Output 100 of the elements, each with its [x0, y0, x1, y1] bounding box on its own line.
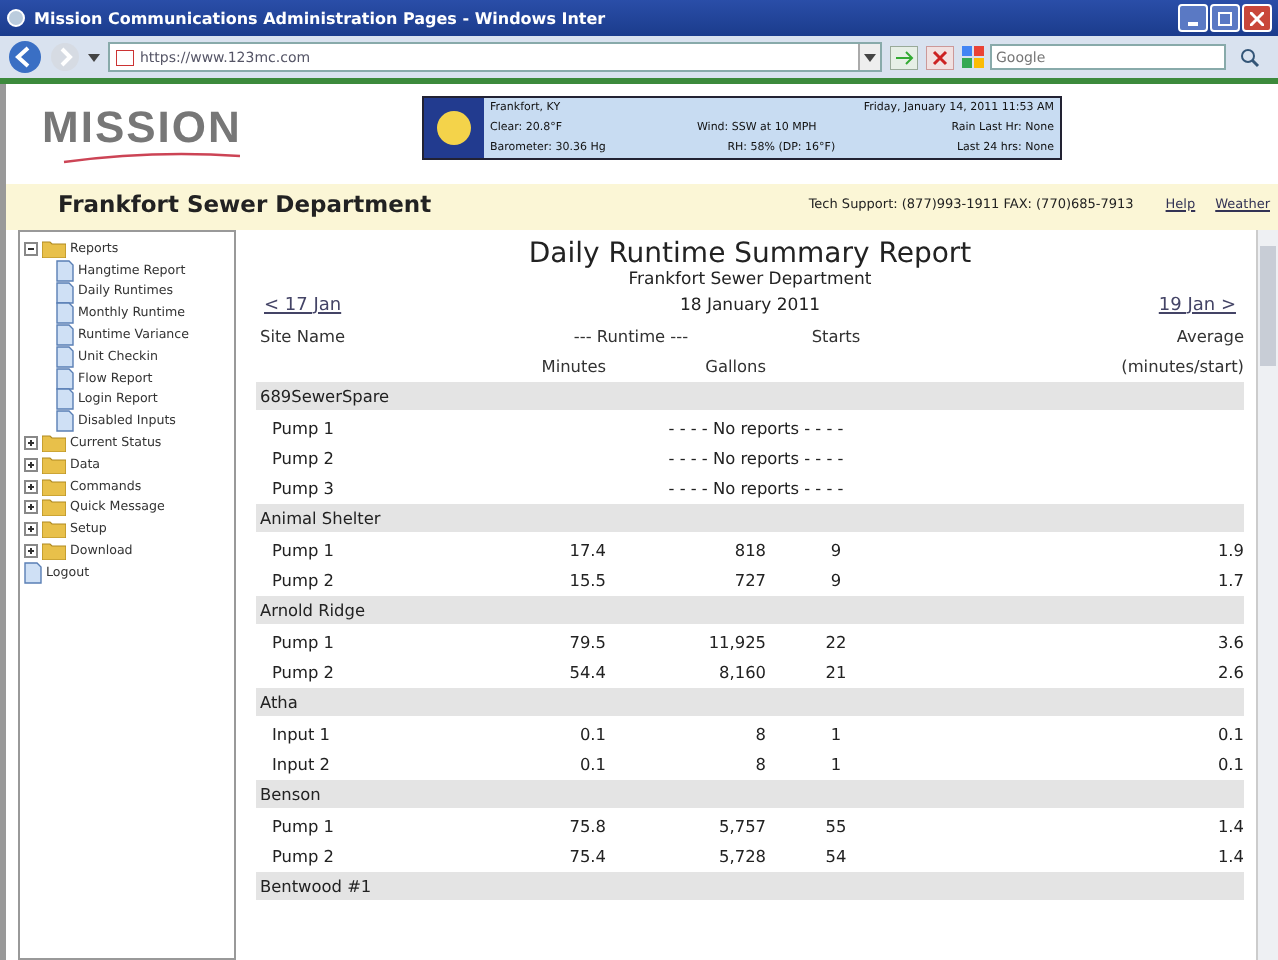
table-cell-text: Pump 1 [270, 631, 336, 651]
table-cell-text: Pump 1 [270, 417, 336, 437]
dropdown-icon[interactable] [88, 53, 100, 61]
expand-icon[interactable] [24, 544, 38, 559]
folder-icon [42, 477, 66, 496]
expand-icon[interactable] [24, 500, 38, 515]
sun-icon [436, 110, 472, 146]
swoosh-icon [62, 152, 242, 164]
table-cell-text: 54.4 [567, 661, 606, 681]
close-button[interactable] [1242, 4, 1272, 32]
site-row: Atha [256, 688, 1244, 716]
table-cell-text: 1.7 [1215, 569, 1244, 589]
site-row: Arnold Ridge [256, 596, 1244, 624]
column-header: Starts [809, 325, 863, 345]
table-cell-text: 8 [753, 753, 766, 773]
table-cell-text: - - - - No reports - - - - [666, 447, 846, 467]
department-title: Frankfort Sewer Department [58, 189, 434, 217]
close-icon [1250, 11, 1264, 25]
table-cell-text: 21 [823, 661, 849, 681]
window-title: Mission Communications Administration Pages - Windows Inter [34, 9, 608, 27]
folder-icon [42, 455, 66, 474]
table-cell-text: 8,160 [717, 661, 766, 681]
table-cell-text: Pump 2 [270, 447, 336, 467]
document-icon [56, 388, 74, 411]
table-cell-text: 79.5 [567, 631, 606, 651]
site-row: Bentwood #1 [256, 872, 1244, 900]
expand-icon[interactable] [24, 457, 38, 472]
table-cell-text: 15.5 [567, 569, 606, 589]
table-cell-text: 5,757 [717, 815, 766, 835]
report-date: 18 January 2011 [679, 295, 821, 315]
table-cell-text: 0.1 [577, 753, 606, 773]
table-cell-text: 8 [753, 723, 766, 743]
table-cell-text: Pump 1 [270, 815, 336, 835]
collapse-icon[interactable] [24, 241, 38, 256]
page-icon [116, 49, 134, 65]
stop-icon[interactable] [926, 45, 954, 69]
search-engine-icon[interactable] [962, 46, 984, 68]
next-day-link[interactable]: 19 Jan > [1158, 295, 1236, 315]
column-header: Site Name [258, 325, 347, 345]
table-cell-text: 2.6 [1215, 661, 1244, 681]
table-cell-text: 1.9 [1215, 539, 1244, 559]
table-cell-text: Input 1 [270, 723, 333, 743]
table-cell-text: 0.1 [1215, 723, 1244, 743]
expand-icon[interactable] [24, 436, 38, 451]
document-icon [56, 281, 74, 303]
table-cell-text: Pump 1 [270, 539, 336, 559]
table-cell-text: 22 [823, 631, 849, 651]
scrollbar[interactable] [1256, 230, 1278, 960]
table-cell-text: - - - - No reports - - - - [666, 417, 846, 437]
site-row: Animal Shelter [256, 504, 1244, 532]
expand-icon[interactable] [24, 522, 38, 537]
table-cell-text: 1 [828, 723, 844, 743]
folder-icon [42, 542, 66, 561]
table-cell-text: 9 [828, 539, 844, 559]
folder-icon [42, 520, 66, 539]
table-cell-text: Pump 2 [270, 661, 336, 681]
folder-icon [42, 434, 66, 453]
document-icon [24, 561, 42, 584]
table-cell-text: 17.4 [567, 539, 606, 559]
document-icon [56, 410, 74, 433]
table-cell-text: 54 [823, 845, 849, 865]
column-header: Minutes [539, 355, 606, 375]
folder-icon [42, 498, 66, 517]
column-header: Average [1174, 325, 1244, 345]
column-header: --- Runtime --- [571, 325, 691, 345]
folder-icon [42, 239, 66, 258]
dropdown-icon[interactable] [864, 53, 876, 61]
site-row: Benson [256, 780, 1244, 808]
site-row: 689SewerSpare [256, 382, 1244, 410]
table-cell-text: 5,728 [717, 845, 766, 865]
table-cell-text: 11,925 [706, 631, 766, 651]
document-icon [56, 367, 74, 390]
maximize-button[interactable] [1210, 4, 1240, 32]
document-icon [56, 259, 74, 282]
table-cell-text: Input 2 [270, 753, 333, 773]
minimize-button[interactable] [1178, 4, 1208, 32]
table-cell-text: 1 [828, 753, 844, 773]
table-cell-text: 3.6 [1215, 631, 1244, 651]
table-cell-text: Pump 3 [270, 477, 336, 497]
expand-icon[interactable] [24, 479, 38, 494]
maximize-icon [1218, 11, 1232, 25]
logo-text: MISSION [42, 104, 242, 152]
table-cell-text: 818 [732, 539, 766, 559]
table-cell-text: Pump 2 [270, 569, 336, 589]
table-cell-text: 727 [732, 569, 766, 589]
column-header: Gallons [703, 355, 766, 375]
back-icon[interactable] [8, 40, 42, 74]
report-title: Daily Runtime Summary Report [526, 238, 974, 270]
table-cell-text: 9 [828, 569, 844, 589]
column-header: (minutes/start) [1119, 355, 1244, 375]
previous-day-link[interactable]: < 17 Jan [264, 295, 342, 315]
table-cell-text: 1.4 [1215, 845, 1244, 865]
refresh-icon[interactable] [890, 45, 918, 69]
document-icon [56, 302, 74, 325]
browser-icon [6, 8, 26, 28]
table-cell-text: 1.4 [1215, 815, 1244, 835]
table-cell-text: Pump 2 [270, 845, 336, 865]
table-cell-text: 0.1 [1215, 753, 1244, 773]
table-cell-text: 0.1 [577, 723, 606, 743]
table-cell-text: 55 [823, 815, 849, 835]
